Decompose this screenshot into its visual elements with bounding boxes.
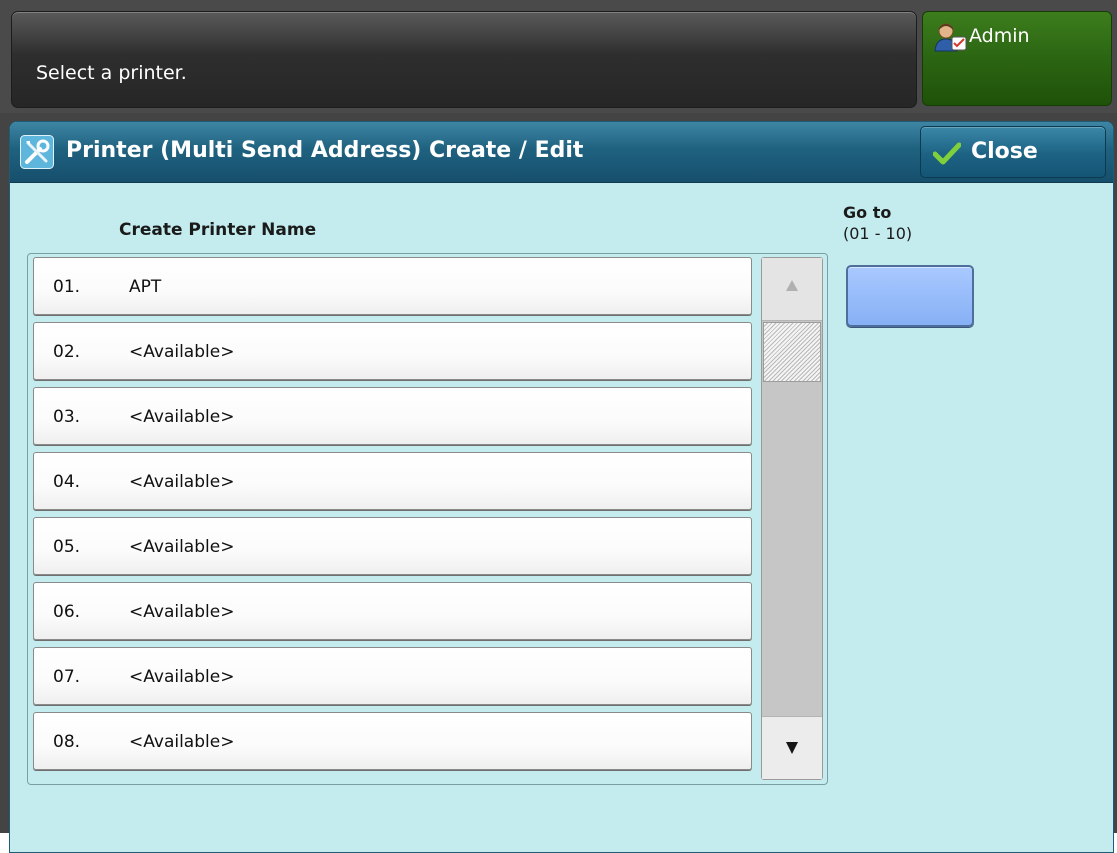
printer-list: 01. APT 02. <Available> 03. <Available> … <box>27 253 828 785</box>
row-number: 07. <box>53 667 81 687</box>
goto-label: Go to <box>843 203 892 222</box>
printer-name: <Available> <box>129 472 235 492</box>
goto-range: (01 - 10) <box>843 224 913 243</box>
row-number: 01. <box>53 277 81 297</box>
arrow-down-icon <box>786 742 798 754</box>
list-item[interactable]: 04. <Available> <box>33 452 752 510</box>
top-bar: Select a printer. Admin <box>0 0 1117 113</box>
printer-name: <Available> <box>129 342 235 362</box>
printer-name: APT <box>129 277 162 297</box>
row-number: 02. <box>53 342 81 362</box>
checkmark-icon <box>933 142 961 165</box>
printer-name: <Available> <box>129 667 235 687</box>
message-panel: Select a printer. <box>11 11 917 108</box>
scroll-up-button[interactable] <box>762 258 822 321</box>
list-column-header: Create Printer Name <box>119 220 317 240</box>
scroll-thumb[interactable] <box>763 322 821 382</box>
scroll-down-button[interactable] <box>762 716 822 779</box>
page-title: Printer (Multi Send Address) Create / Ed… <box>66 138 584 163</box>
title-bar: Printer (Multi Send Address) Create / Ed… <box>10 122 1113 183</box>
main-panel: Printer (Multi Send Address) Create / Ed… <box>0 113 1117 853</box>
list-item[interactable]: 02. <Available> <box>33 322 752 380</box>
status-message: Select a printer. <box>36 62 187 84</box>
close-label: Close <box>971 139 1038 164</box>
printer-name: <Available> <box>129 407 235 427</box>
row-number: 06. <box>53 602 81 622</box>
admin-label: Admin <box>969 25 1030 47</box>
scrollbar[interactable] <box>761 257 823 780</box>
row-number: 04. <box>53 472 81 492</box>
row-number: 05. <box>53 537 81 557</box>
tools-icon <box>20 135 54 169</box>
printer-name: <Available> <box>129 602 235 622</box>
arrow-up-icon <box>786 280 798 291</box>
list-item[interactable]: 05. <Available> <box>33 517 752 575</box>
list-item[interactable]: 08. <Available> <box>33 712 752 770</box>
close-button[interactable]: Close <box>920 126 1106 178</box>
list-item[interactable]: 07. <Available> <box>33 647 752 705</box>
goto-input[interactable] <box>846 265 974 327</box>
list-item[interactable]: 06. <Available> <box>33 582 752 640</box>
printer-name: <Available> <box>129 732 235 752</box>
printer-name: <Available> <box>129 537 235 557</box>
row-number: 03. <box>53 407 81 427</box>
dialog-panel: Printer (Multi Send Address) Create / Ed… <box>9 121 1114 853</box>
list-item[interactable]: 03. <Available> <box>33 387 752 445</box>
list-item[interactable]: 01. APT <box>33 257 752 315</box>
admin-user-icon <box>934 23 967 52</box>
admin-button[interactable]: Admin <box>922 11 1112 106</box>
row-number: 08. <box>53 732 81 752</box>
